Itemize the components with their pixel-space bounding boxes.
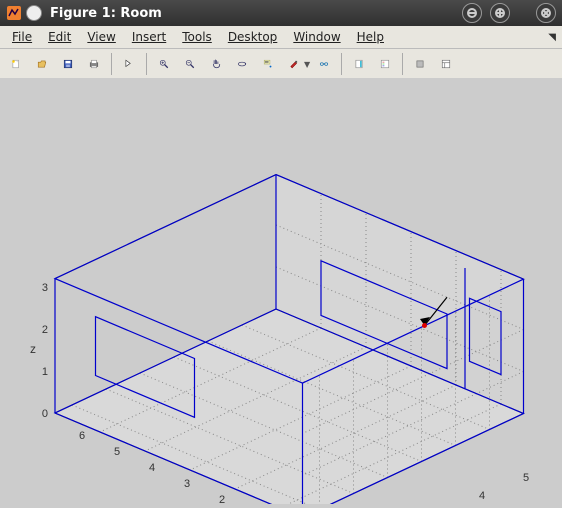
svg-text:6: 6 bbox=[79, 430, 85, 442]
hide-plot-tools-button[interactable] bbox=[408, 52, 432, 76]
brush-dropdown-icon[interactable]: ▼ bbox=[304, 60, 310, 69]
menubar: File Edit View Insert Tools Desktop Wind… bbox=[0, 26, 562, 49]
menu-tools[interactable]: Tools bbox=[174, 27, 220, 47]
open-button[interactable] bbox=[30, 52, 54, 76]
menu-help[interactable]: Help bbox=[349, 27, 392, 47]
print-button[interactable] bbox=[82, 52, 106, 76]
svg-text:1: 1 bbox=[42, 366, 48, 378]
axes-3d[interactable]: 0 1 2 2 2 3 3 3 0 1 2 2 3 4 5 bbox=[6, 84, 556, 504]
window-menu-icon[interactable] bbox=[26, 5, 42, 21]
menu-window[interactable]: Window bbox=[285, 27, 348, 47]
svg-text:4: 4 bbox=[149, 462, 155, 474]
svg-text:3: 3 bbox=[42, 282, 48, 294]
new-figure-button[interactable] bbox=[4, 52, 28, 76]
pan-button[interactable] bbox=[204, 52, 228, 76]
insert-legend-button[interactable] bbox=[373, 52, 397, 76]
svg-text:0: 0 bbox=[42, 408, 48, 420]
brush-button[interactable] bbox=[282, 52, 306, 76]
titlebar: Figure 1: Room bbox=[0, 0, 562, 26]
svg-text:5: 5 bbox=[523, 472, 529, 484]
z-axis-label: z bbox=[30, 342, 36, 356]
svg-text:4: 4 bbox=[479, 490, 485, 502]
insert-colorbar-button[interactable] bbox=[347, 52, 371, 76]
zoom-in-button[interactable] bbox=[152, 52, 176, 76]
data-cursor-button[interactable] bbox=[256, 52, 280, 76]
menu-edit[interactable]: Edit bbox=[40, 27, 79, 47]
window-title: Figure 1: Room bbox=[50, 6, 462, 21]
figure-canvas[interactable]: 0 1 2 2 2 3 3 3 0 1 2 2 3 4 5 bbox=[0, 78, 562, 508]
minimize-button[interactable] bbox=[462, 3, 482, 23]
maximize-button[interactable] bbox=[490, 3, 510, 23]
menu-view[interactable]: View bbox=[79, 27, 123, 47]
svg-text:2: 2 bbox=[219, 494, 225, 504]
svg-text:5: 5 bbox=[114, 446, 120, 458]
svg-text:2: 2 bbox=[42, 324, 48, 336]
menu-file[interactable]: File bbox=[4, 27, 40, 47]
z-ticks: 0 1 2 3 bbox=[42, 282, 48, 420]
toolbar: ▼ bbox=[0, 49, 562, 80]
app-icon bbox=[6, 5, 22, 21]
rotate-3d-button[interactable] bbox=[230, 52, 254, 76]
svg-text:3: 3 bbox=[184, 478, 190, 490]
menu-desktop[interactable]: Desktop bbox=[220, 27, 286, 47]
edit-plot-button[interactable] bbox=[117, 52, 141, 76]
menu-insert[interactable]: Insert bbox=[124, 27, 174, 47]
show-plot-tools-button[interactable] bbox=[434, 52, 458, 76]
save-button[interactable] bbox=[56, 52, 80, 76]
link-data-button[interactable] bbox=[312, 52, 336, 76]
zoom-out-button[interactable] bbox=[178, 52, 202, 76]
close-button[interactable] bbox=[536, 3, 556, 23]
toolbar-chevron-icon[interactable]: ◥ bbox=[548, 32, 556, 43]
